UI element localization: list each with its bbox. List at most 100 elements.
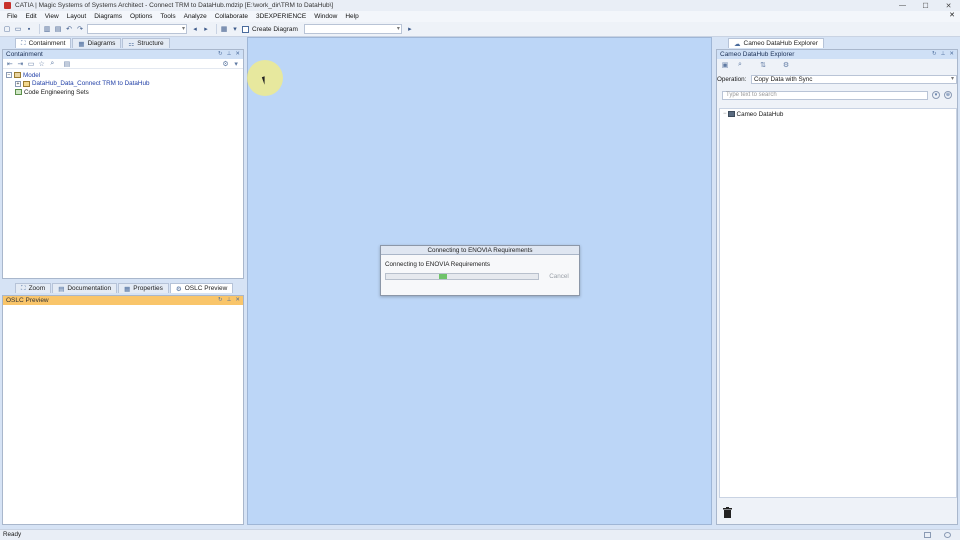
- tree-item-code-engineering-sets[interactable]: Code Engineering Sets: [6, 88, 240, 97]
- diagram-type-combo[interactable]: [303, 24, 402, 34]
- pin-icon[interactable]: ⊥: [227, 50, 232, 59]
- search-options-icon[interactable]: ⊕: [944, 91, 952, 99]
- close-panel-icon[interactable]: ✕: [235, 296, 240, 305]
- window-title: CATIA | Magic Systems of Systems Archite…: [15, 2, 334, 9]
- save-icon[interactable]: ▪: [25, 25, 33, 33]
- menu-file[interactable]: File: [7, 13, 17, 20]
- diagram-icon: [242, 25, 249, 33]
- new-project-icon[interactable]: ▢: [3, 25, 11, 33]
- close-project-icon[interactable]: ✕: [949, 11, 955, 19]
- menu-tools[interactable]: Tools: [160, 13, 175, 20]
- menu-analyze[interactable]: Analyze: [184, 13, 207, 20]
- pin-icon[interactable]: ⊥: [941, 50, 946, 59]
- menu-view[interactable]: View: [45, 13, 59, 20]
- datahub-tree: − Cameo DataHub: [719, 108, 957, 498]
- trash-icon[interactable]: [723, 507, 732, 518]
- diagrams-icon: ▦: [78, 40, 85, 48]
- tab-documentation[interactable]: ▤ Documentation: [52, 283, 118, 293]
- layout-dropdown-icon[interactable]: ▾: [231, 25, 239, 33]
- datahub-toolbar: ▣ ⌕ ⇅ ⚙: [717, 59, 957, 71]
- toolbar-separator: [39, 24, 40, 34]
- tab-label: Containment: [28, 40, 66, 47]
- search-icon[interactable]: ⌕: [736, 61, 744, 69]
- search-icon[interactable]: ⌕: [49, 60, 57, 68]
- close-panel-icon[interactable]: ✕: [235, 50, 240, 59]
- menu-edit[interactable]: Edit: [25, 13, 36, 20]
- gear-icon[interactable]: ⚙: [222, 60, 230, 68]
- menu-help[interactable]: Help: [345, 13, 358, 20]
- window-controls: — ☐ ✕: [891, 0, 960, 11]
- minimize-button[interactable]: —: [891, 0, 914, 11]
- forward-icon[interactable]: ▸: [202, 25, 210, 33]
- menu-3dexperience[interactable]: 3DEXPERIENCE: [256, 13, 306, 20]
- close-panel-icon[interactable]: ✕: [949, 50, 954, 59]
- main-toolbar: ▢ ▭ ▪ ▥ ▤ ↶ ↷ ◂ ▸ ▦ ▾ Create Diagram ▸: [0, 22, 960, 37]
- datasource-icon[interactable]: ▣: [721, 61, 729, 69]
- tree-item-model[interactable]: − Model: [6, 71, 240, 80]
- tab-diagrams[interactable]: ▦ Diagrams: [72, 38, 122, 48]
- datahub-icon: ☁: [734, 40, 741, 48]
- collapse-icon[interactable]: ⇤: [6, 60, 14, 68]
- expand-icon[interactable]: ⇥: [17, 60, 25, 68]
- close-window-button[interactable]: ✕: [937, 0, 960, 11]
- progress-dialog: Connecting to ENOVIA Requirements Connec…: [380, 245, 580, 296]
- package-icon: [23, 80, 30, 87]
- oslc-panel-header: OSLC Preview ↻ ⊥ ✕: [3, 296, 243, 305]
- collapse-toggle-icon[interactable]: −: [6, 72, 12, 79]
- containment-toolbar: ⇤ ⇥ ▭ ☆ ⌕ ▤ ⚙ ▾: [3, 59, 243, 69]
- panel-title: Cameo DataHub Explorer: [720, 51, 795, 58]
- back-icon[interactable]: ◂: [191, 25, 199, 33]
- refresh-icon[interactable]: ↻: [218, 50, 223, 59]
- favorite-icon[interactable]: ☆: [38, 60, 46, 68]
- create-diagram-button[interactable]: Create Diagram: [242, 25, 298, 33]
- memory-icon[interactable]: [944, 532, 951, 538]
- go-icon[interactable]: ▸: [406, 25, 414, 33]
- tab-oslc-preview[interactable]: ⚙ OSLC Preview: [169, 283, 234, 293]
- search-input[interactable]: Type text to search: [722, 91, 928, 100]
- tab-containment[interactable]: ⛶ Containment: [15, 38, 72, 48]
- layout-icon[interactable]: ▦: [220, 25, 228, 33]
- tree-item-cameo-datahub[interactable]: − Cameo DataHub: [720, 109, 956, 118]
- menu-window[interactable]: Window: [314, 13, 337, 20]
- documentation-icon: ▤: [58, 285, 65, 293]
- tree-item-datahub-data[interactable]: + DataHub_Data_Connect TRM to DataHub: [6, 80, 240, 89]
- notifications-icon[interactable]: [924, 532, 931, 538]
- expand-toggle-icon[interactable]: +: [15, 80, 21, 87]
- menu-layout[interactable]: Layout: [67, 13, 87, 20]
- tab-cameo-datahub-explorer[interactable]: ☁ Cameo DataHub Explorer: [728, 38, 824, 48]
- config-icon[interactable]: ⚙: [782, 61, 790, 69]
- catia-logo-icon: [4, 2, 11, 9]
- print-preview-icon[interactable]: ▤: [54, 25, 62, 33]
- chevron-down-icon[interactable]: ▾: [232, 60, 240, 68]
- undo-icon[interactable]: ↶: [65, 25, 73, 33]
- containment-icon: ⛶: [21, 39, 26, 47]
- refresh-icon[interactable]: ↻: [218, 296, 223, 305]
- tab-label: Diagrams: [87, 40, 116, 47]
- print-icon[interactable]: ▥: [43, 25, 51, 33]
- operation-select[interactable]: Copy Data with Sync: [751, 74, 957, 84]
- package-icon[interactable]: ▭: [27, 60, 35, 68]
- menu-bar: File Edit View Layout Diagrams Options T…: [0, 11, 960, 22]
- menu-collaborate[interactable]: Collaborate: [215, 13, 248, 20]
- filter-icon[interactable]: ▤: [63, 60, 71, 68]
- search-next-icon[interactable]: ▾: [932, 91, 940, 99]
- cancel-button[interactable]: Cancel: [545, 272, 573, 282]
- sync-icon[interactable]: ⇅: [759, 61, 767, 69]
- left-tab-bar: ⛶ Containment ▦ Diagrams ⚏ Structure: [15, 38, 171, 48]
- tab-properties[interactable]: ▦ Properties: [118, 283, 169, 293]
- toolbar-combo[interactable]: [87, 24, 187, 34]
- menu-diagrams[interactable]: Diagrams: [94, 13, 122, 20]
- menu-options[interactable]: Options: [130, 13, 152, 20]
- tab-zoom[interactable]: ⛶ Zoom: [15, 283, 52, 293]
- bottom-tab-bar: ⛶ Zoom ▤ Documentation ▦ Properties ⚙ OS…: [15, 283, 234, 293]
- pin-icon[interactable]: ⊥: [227, 296, 232, 305]
- tab-structure[interactable]: ⚏ Structure: [122, 38, 170, 48]
- refresh-icon[interactable]: ↻: [932, 50, 937, 59]
- open-project-icon[interactable]: ▭: [14, 25, 22, 33]
- maximize-button[interactable]: ☐: [914, 0, 937, 11]
- redo-icon[interactable]: ↷: [76, 25, 84, 33]
- tree-label: Code Engineering Sets: [24, 88, 89, 96]
- progress-bar: [385, 273, 539, 280]
- toolbar-separator: [216, 24, 217, 34]
- containment-panel: Containment ↻ ⊥ ✕ ⇤ ⇥ ▭ ☆ ⌕ ▤ ⚙ ▾ − Mode…: [2, 49, 244, 279]
